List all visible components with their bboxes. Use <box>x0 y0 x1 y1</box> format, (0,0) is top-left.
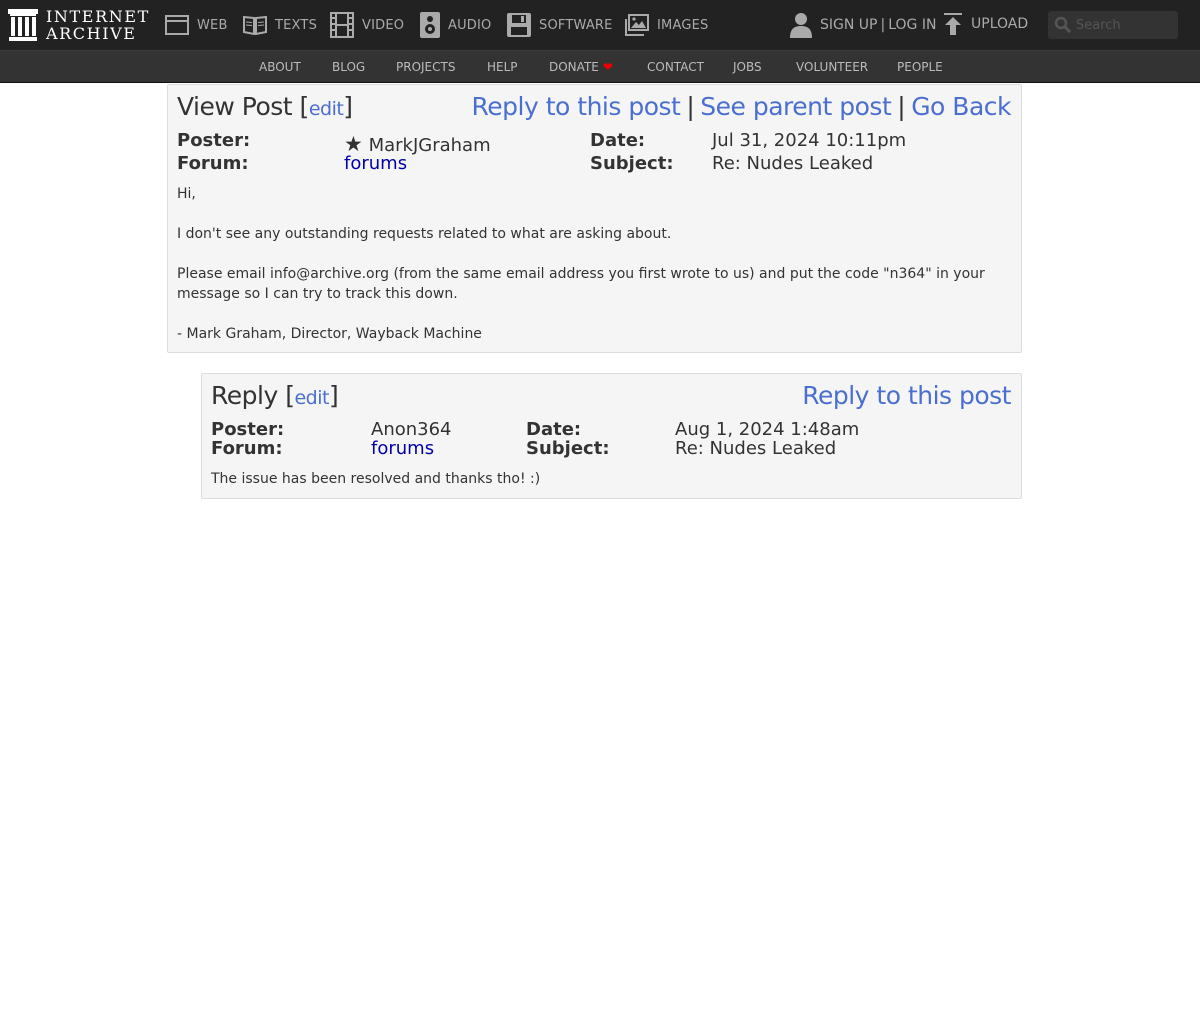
forum-link[interactable]: forums <box>344 153 407 174</box>
subnav-volunteer[interactable]: VOLUNTEER <box>796 51 868 84</box>
web-icon <box>165 15 189 35</box>
logo-wordmark: INTERNET ARCHIVE <box>46 8 150 42</box>
nav-texts[interactable]: TEXTS <box>243 0 317 50</box>
post-body-line: I don't see any outstanding requests rel… <box>177 226 672 242</box>
post-body-line: Please email info@archive.org (from the … <box>177 266 985 302</box>
nav-images-label: IMAGES <box>657 17 709 33</box>
subject-label: Subject: <box>590 153 674 174</box>
subnav-donate-label: DONATE <box>549 60 599 74</box>
nav-software[interactable]: SOFTWARE <box>507 0 613 50</box>
subnav-help[interactable]: HELP <box>487 51 518 84</box>
internet-archive-logo[interactable]: INTERNET ARCHIVE <box>8 8 150 42</box>
reply-to-post-link[interactable]: Reply to this post <box>472 92 681 121</box>
nav-video[interactable]: VIDEO <box>330 0 404 50</box>
post-body-line: Hi, <box>177 186 196 202</box>
go-back-link[interactable]: Go Back <box>911 92 1011 121</box>
log-in-link[interactable]: LOG IN <box>888 17 936 33</box>
poster-label: Poster: <box>177 130 251 151</box>
reply-actions: Reply to this post <box>802 381 1011 410</box>
reply-panel: Reply [edit] Reply to this post Poster: … <box>201 373 1022 499</box>
subject-value: Re: Nudes Leaked <box>712 153 874 174</box>
user-icon <box>790 13 812 38</box>
post-title: View Post <box>177 92 293 121</box>
reply-subject-value: Re: Nudes Leaked <box>675 438 837 459</box>
post-heading: View Post [edit] <box>177 92 353 121</box>
date-label: Date: <box>590 130 646 151</box>
sign-up-link[interactable]: SIGN UP <box>820 17 877 33</box>
upload-button[interactable]: UPLOAD <box>943 0 1028 48</box>
nav-audio[interactable]: AUDIO <box>420 0 492 50</box>
subnav-about[interactable]: ABOUT <box>259 51 301 84</box>
heart-icon: ❤ <box>602 60 613 74</box>
search-input[interactable] <box>1076 13 1172 37</box>
see-parent-post-link[interactable]: See parent post <box>700 92 891 121</box>
secondary-navigation-bar: ABOUT BLOG PROJECTS HELP DONATE ❤ CONTACT… <box>0 50 1200 83</box>
reply-forum-label: Forum: <box>211 438 283 459</box>
reply-edit-link[interactable]: edit <box>294 387 329 409</box>
view-post-panel: View Post [edit] Reply to this post | See … <box>167 84 1022 353</box>
logo-line-2: ARCHIVE <box>46 24 137 43</box>
reply-body: The issue has been resolved and thanks t… <box>211 471 541 487</box>
reply-poster-value: Anon364 <box>371 419 452 440</box>
archive-building-icon <box>8 9 38 41</box>
post-body-line <box>177 244 1013 264</box>
reply-to-reply-link[interactable]: Reply to this post <box>802 381 1011 410</box>
logo-line-1: INTERNET <box>46 7 150 26</box>
top-navigation-bar: INTERNET ARCHIVE WEB TEXTS VIDEO AUDIO S… <box>0 0 1200 50</box>
reply-title: Reply <box>211 381 278 410</box>
subnav-people[interactable]: PEOPLE <box>897 51 943 84</box>
date-value: Jul 31, 2024 10:11pm <box>712 130 907 151</box>
reply-poster-label: Poster: <box>211 419 285 440</box>
image-icon <box>625 14 649 36</box>
nav-software-label: SOFTWARE <box>539 17 613 33</box>
account-links: SIGN UP | LOG IN <box>790 0 936 50</box>
reply-forum-link[interactable]: forums <box>371 438 434 459</box>
post-edit-link[interactable]: edit <box>309 98 344 120</box>
search-box <box>1048 11 1178 39</box>
subnav-projects[interactable]: PROJECTS <box>396 51 455 84</box>
search-icon[interactable] <box>1054 16 1072 34</box>
speaker-icon <box>420 12 440 38</box>
subnav-contact[interactable]: CONTACT <box>647 51 704 84</box>
film-icon <box>330 12 354 38</box>
floppy-disk-icon <box>507 13 531 37</box>
upload-label: UPLOAD <box>971 16 1029 32</box>
book-icon <box>243 15 267 35</box>
nav-audio-label: AUDIO <box>448 17 492 33</box>
subnav-jobs[interactable]: JOBS <box>733 51 762 84</box>
reply-subject-label: Subject: <box>526 438 610 459</box>
reply-date-label: Date: <box>526 419 582 440</box>
account-separator: | <box>880 17 886 33</box>
nav-video-label: VIDEO <box>362 17 405 33</box>
post-actions: Reply to this post | See parent post | Go Ba… <box>471 92 1012 121</box>
forum-label: Forum: <box>177 153 249 174</box>
post-body-line <box>177 304 1013 324</box>
subnav-blog[interactable]: BLOG <box>332 51 365 84</box>
reply-date-value: Aug 1, 2024 1:48am <box>675 419 860 440</box>
subnav-donate[interactable]: DONATE ❤ <box>549 51 613 84</box>
nav-texts-label: TEXTS <box>275 17 318 33</box>
post-body-line: - Mark Graham, Director, Wayback Machine <box>177 326 482 342</box>
upload-arrow-icon <box>944 13 962 35</box>
post-body-line <box>177 204 1013 224</box>
post-body: Hi, I don't see any outstanding requests… <box>177 184 1013 344</box>
nav-web[interactable]: WEB <box>165 0 228 50</box>
nav-web-label: WEB <box>197 17 228 33</box>
reply-heading: Reply [edit] <box>211 381 339 410</box>
nav-images[interactable]: IMAGES <box>625 0 708 50</box>
